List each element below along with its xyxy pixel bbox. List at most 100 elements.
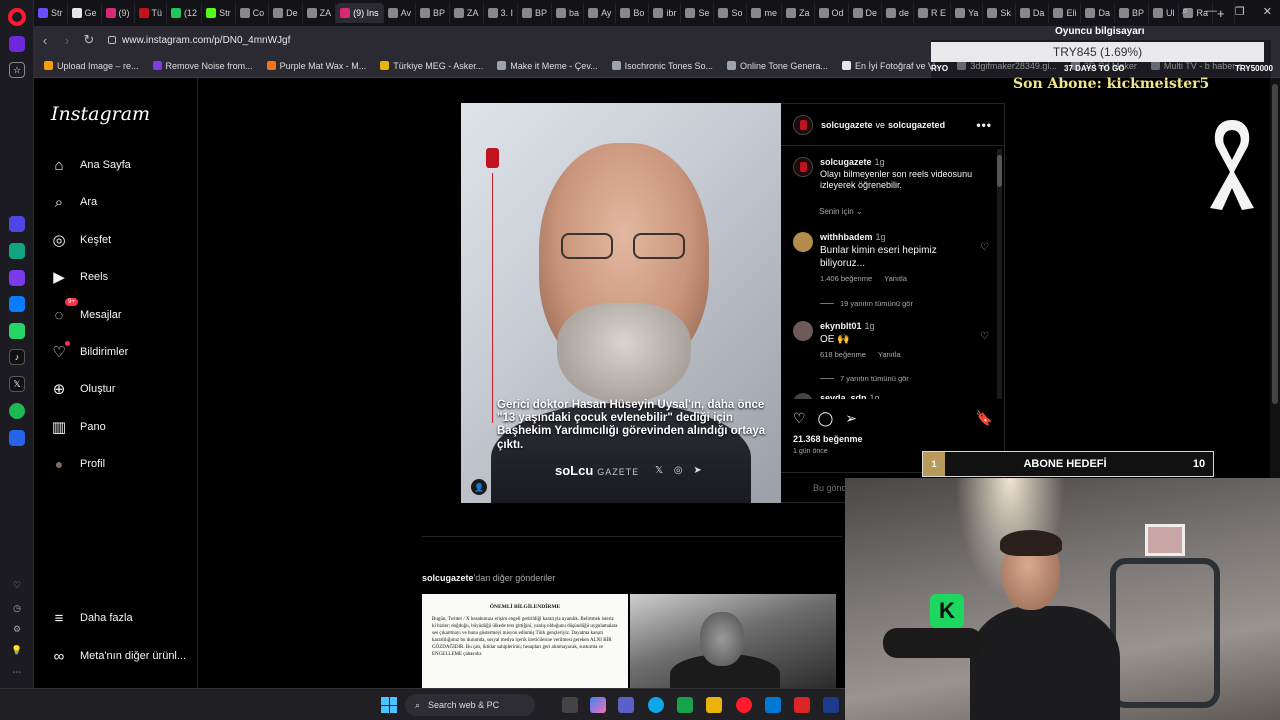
author-avatar[interactable] [793, 157, 813, 177]
browser-tab[interactable]: (9) Ins [336, 3, 384, 23]
more-posts-user[interactable]: solcugazete [422, 573, 474, 583]
browser-tab[interactable]: BP [518, 3, 553, 23]
save-icon[interactable]: 🔖 [976, 410, 993, 427]
browser-tab[interactable]: ibr [649, 3, 682, 23]
nav-item[interactable]: ◎ Keşfet [50, 231, 111, 249]
browser-tab[interactable]: de [882, 3, 915, 23]
spotify-icon[interactable] [9, 403, 25, 419]
back-icon[interactable]: ‹ [34, 33, 56, 48]
comment-likes[interactable]: 618 beğenme [820, 350, 866, 360]
heart-icon[interactable]: ♡ [9, 577, 25, 593]
browser-tab[interactable]: Ay [584, 3, 617, 23]
bookmark-item[interactable]: Upload Image – re... [44, 61, 139, 71]
comments-list[interactable]: solcugazete 1g Olayı bilmeyenler son reel… [781, 147, 997, 399]
header-user-2[interactable]: solcugazeted [888, 120, 945, 130]
star-icon[interactable]: ☆ [9, 62, 25, 78]
browser-tab[interactable]: BP [1115, 3, 1149, 23]
share-icon[interactable]: ➢ [845, 410, 857, 427]
nav-item[interactable]: ∞ Meta'nın diğer ürünl... [50, 647, 186, 665]
browser-tab[interactable]: Sk [983, 3, 1016, 23]
post-thumbnail[interactable]: ÖNEMLİ BİLGİLENDİRME Bugün, Twitter / X … [422, 594, 628, 688]
view-replies-button[interactable]: 19 yanıtın tümünü gör [820, 299, 913, 308]
player-icon[interactable] [9, 430, 25, 446]
browser-tab[interactable]: Tü [135, 3, 168, 23]
whatsapp-icon[interactable] [9, 323, 25, 339]
store-icon[interactable] [677, 697, 693, 713]
messenger-app-icon[interactable] [9, 296, 25, 312]
nav-item[interactable]: ≡ Daha fazla [50, 609, 133, 627]
explorer-icon[interactable] [706, 697, 722, 713]
reload-icon[interactable]: ↻ [78, 32, 100, 48]
url-field[interactable]: www.instagram.com/p/DN0_4mnWJgf [108, 35, 290, 46]
browser-tab[interactable]: Ya [951, 3, 984, 23]
bookmark-item[interactable]: Purple Mat Wax - M... [266, 61, 366, 71]
settings-icon[interactable]: ⚙ [9, 621, 25, 637]
like-comment-icon[interactable]: ♡ [980, 331, 989, 359]
bookmark-item[interactable]: Online Tone Genera... [727, 61, 828, 71]
minimize-icon[interactable]: — [1206, 5, 1217, 18]
nav-item[interactable]: ⊕ Oluştur [50, 380, 116, 398]
comment-likes[interactable]: 1.406 beğenme [820, 274, 872, 284]
history-icon[interactable]: ◷ [9, 600, 25, 616]
header-user-1[interactable]: solcugazete [821, 120, 873, 130]
browser-tab[interactable]: Ul [1149, 3, 1180, 23]
more-icon[interactable]: ⋯ [9, 664, 25, 680]
browser-tab[interactable]: Av [384, 3, 416, 23]
page-scrollbar-thumb[interactable] [1272, 84, 1278, 404]
x-icon[interactable]: 𝕏 [9, 376, 25, 392]
tagged-user-icon[interactable]: 👤 [471, 479, 487, 495]
reply-button[interactable]: Yanıtla [884, 274, 907, 284]
comment-icon[interactable]: ◯ [818, 410, 834, 427]
browser-tab[interactable]: ba [552, 3, 585, 23]
comment-username[interactable]: ekynblt01 [820, 321, 862, 331]
teams-icon[interactable] [618, 697, 634, 713]
post-thumbnail[interactable] [630, 594, 836, 688]
tiktok-icon[interactable]: ♪ [9, 349, 25, 365]
app-icon[interactable] [9, 270, 25, 286]
browser-tab[interactable]: (9) [102, 3, 135, 23]
scrollbar-thumb[interactable] [997, 155, 1002, 187]
browser-tab[interactable]: Da [1016, 3, 1050, 23]
comment-username[interactable]: withhbadem [820, 232, 873, 242]
browser-tab[interactable]: ZA [303, 3, 337, 23]
browser-tab[interactable]: Od [815, 3, 849, 23]
search-tabs-icon[interactable]: ⌕ [1182, 5, 1188, 18]
commenter-avatar[interactable] [793, 321, 813, 341]
comments-scrollbar[interactable] [997, 149, 1002, 399]
bulb-icon[interactable]: 💡 [9, 642, 25, 658]
bookmark-item[interactable]: Türkiye MEG - Asker... [380, 61, 483, 71]
app-w-icon[interactable] [794, 697, 810, 713]
app-l-icon[interactable] [823, 697, 839, 713]
browser-tab[interactable]: So [714, 3, 748, 23]
browser-tab[interactable]: Za [782, 3, 815, 23]
commenter-avatar[interactable] [793, 232, 813, 252]
browser-tab[interactable]: De [849, 3, 883, 23]
reply-button[interactable]: Yanıtla [878, 350, 901, 360]
browser-tab[interactable]: me [747, 3, 782, 23]
bookmark-item[interactable]: Remove Noise from... [152, 61, 253, 71]
task-view-icon[interactable] [562, 697, 578, 713]
browser-tab[interactable]: 3. I [484, 3, 519, 23]
bookmark-item[interactable]: En İyi Fotoğraf ve Vi... [841, 61, 943, 71]
outlook-icon[interactable] [765, 697, 781, 713]
chatgpt-icon[interactable] [9, 243, 25, 259]
like-icon[interactable]: ♡ [793, 410, 806, 427]
maximize-icon[interactable]: ❐ [1235, 5, 1245, 18]
nav-item[interactable]: ♡ Bildirimler [50, 341, 128, 361]
windows-start-icon[interactable] [381, 697, 397, 713]
forward-icon[interactable]: › [56, 33, 78, 48]
taskbar-search[interactable]: ⌕ Search web & PC [405, 694, 535, 716]
post-image[interactable]: Gerici doktor Hasan Hüseyin Uysal'ın, da… [461, 103, 781, 503]
workspace-icon[interactable] [9, 36, 25, 52]
close-icon[interactable]: ✕ [1263, 5, 1272, 18]
author-username[interactable]: solcugazete [820, 157, 872, 167]
like-count[interactable]: 21.368 beğenme [793, 434, 863, 444]
browser-tab[interactable]: Da [1081, 3, 1115, 23]
instagram-logo[interactable]: Instagram [51, 103, 150, 125]
more-options-icon[interactable]: ••• [976, 118, 992, 132]
nav-item[interactable]: ● Profil [50, 455, 105, 473]
browser-tab[interactable]: Ge [68, 3, 102, 23]
bookmark-item[interactable]: Make it Meme - Çev... [497, 61, 598, 71]
like-comment-icon[interactable]: ♡ [980, 242, 989, 283]
nav-item[interactable]: ⌕ Ara [50, 193, 97, 211]
